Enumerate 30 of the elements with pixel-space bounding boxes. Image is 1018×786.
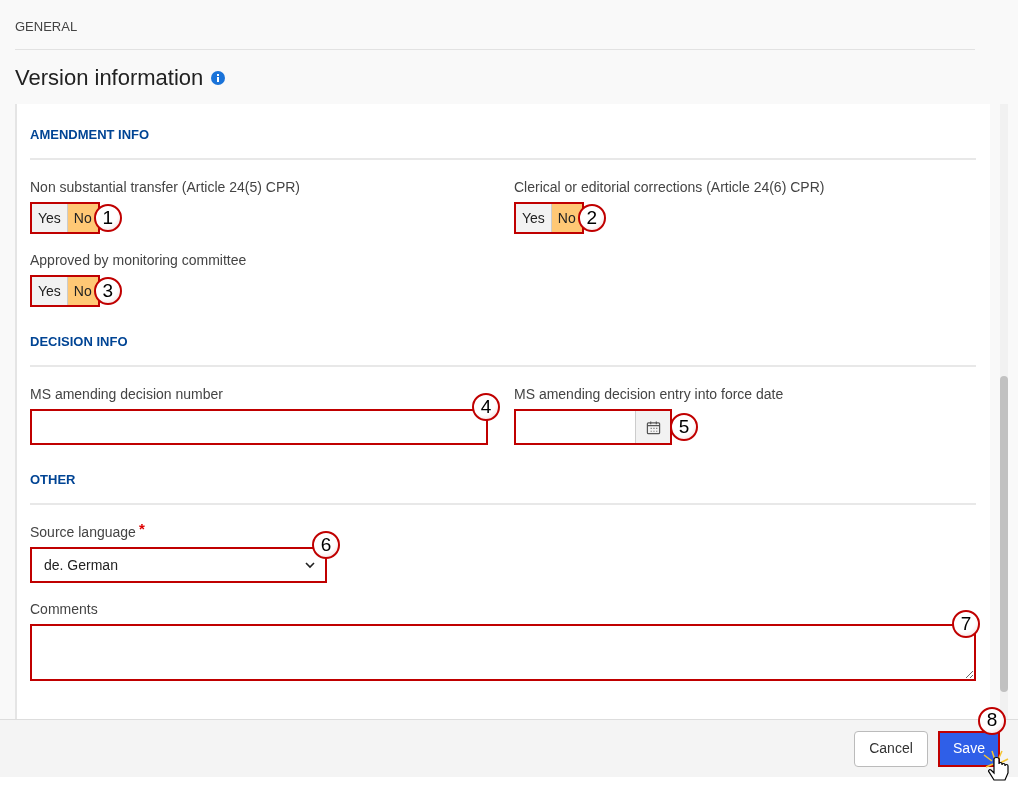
date-field[interactable]: [514, 409, 672, 445]
toggle-option[interactable]: Yes: [32, 277, 67, 305]
cancel-button[interactable]: Cancel: [854, 730, 928, 767]
toggle-option[interactable]: No: [550, 204, 582, 232]
section-heading: DECISION INFO: [30, 334, 128, 349]
callout-number: 4: [472, 393, 500, 421]
toggle-option[interactable]: Yes: [32, 204, 67, 232]
section-heading: OTHER: [30, 472, 76, 487]
section-heading: AMENDMENT INFO: [30, 127, 150, 142]
field-label: Clerical or editorial corrections (Article 24(6) CPR): [514, 178, 825, 197]
required-mark: *: [138, 522, 145, 536]
field-label: Approved by monitoring committee: [30, 251, 247, 270]
scrollbar[interactable]: [1000, 104, 1008, 719]
section-header: GENERAL: [15, 19, 78, 34]
field-label: MS amending decision number: [30, 385, 223, 404]
callout-number: 5: [670, 413, 698, 441]
callout-number: 7: [952, 610, 980, 638]
field-label: Comments: [30, 600, 98, 619]
field-label: Non substantial transfer (Article 24(5) CPR): [30, 178, 300, 197]
toggle-option[interactable]: Yes: [516, 204, 551, 232]
info-icon[interactable]: [211, 70, 226, 85]
chevron-down-icon: [305, 561, 315, 569]
save-button[interactable]: Save: [938, 730, 1000, 767]
toggle-option[interactable]: No: [66, 204, 98, 232]
field-label: MS amending decision entry into force date: [514, 385, 784, 404]
page-title: Version information: [15, 64, 204, 92]
toggle-option[interactable]: No: [66, 277, 98, 305]
calendar-icon[interactable]: [635, 411, 670, 443]
callout-number: 6: [312, 531, 340, 559]
field-label: Source language: [30, 523, 136, 542]
